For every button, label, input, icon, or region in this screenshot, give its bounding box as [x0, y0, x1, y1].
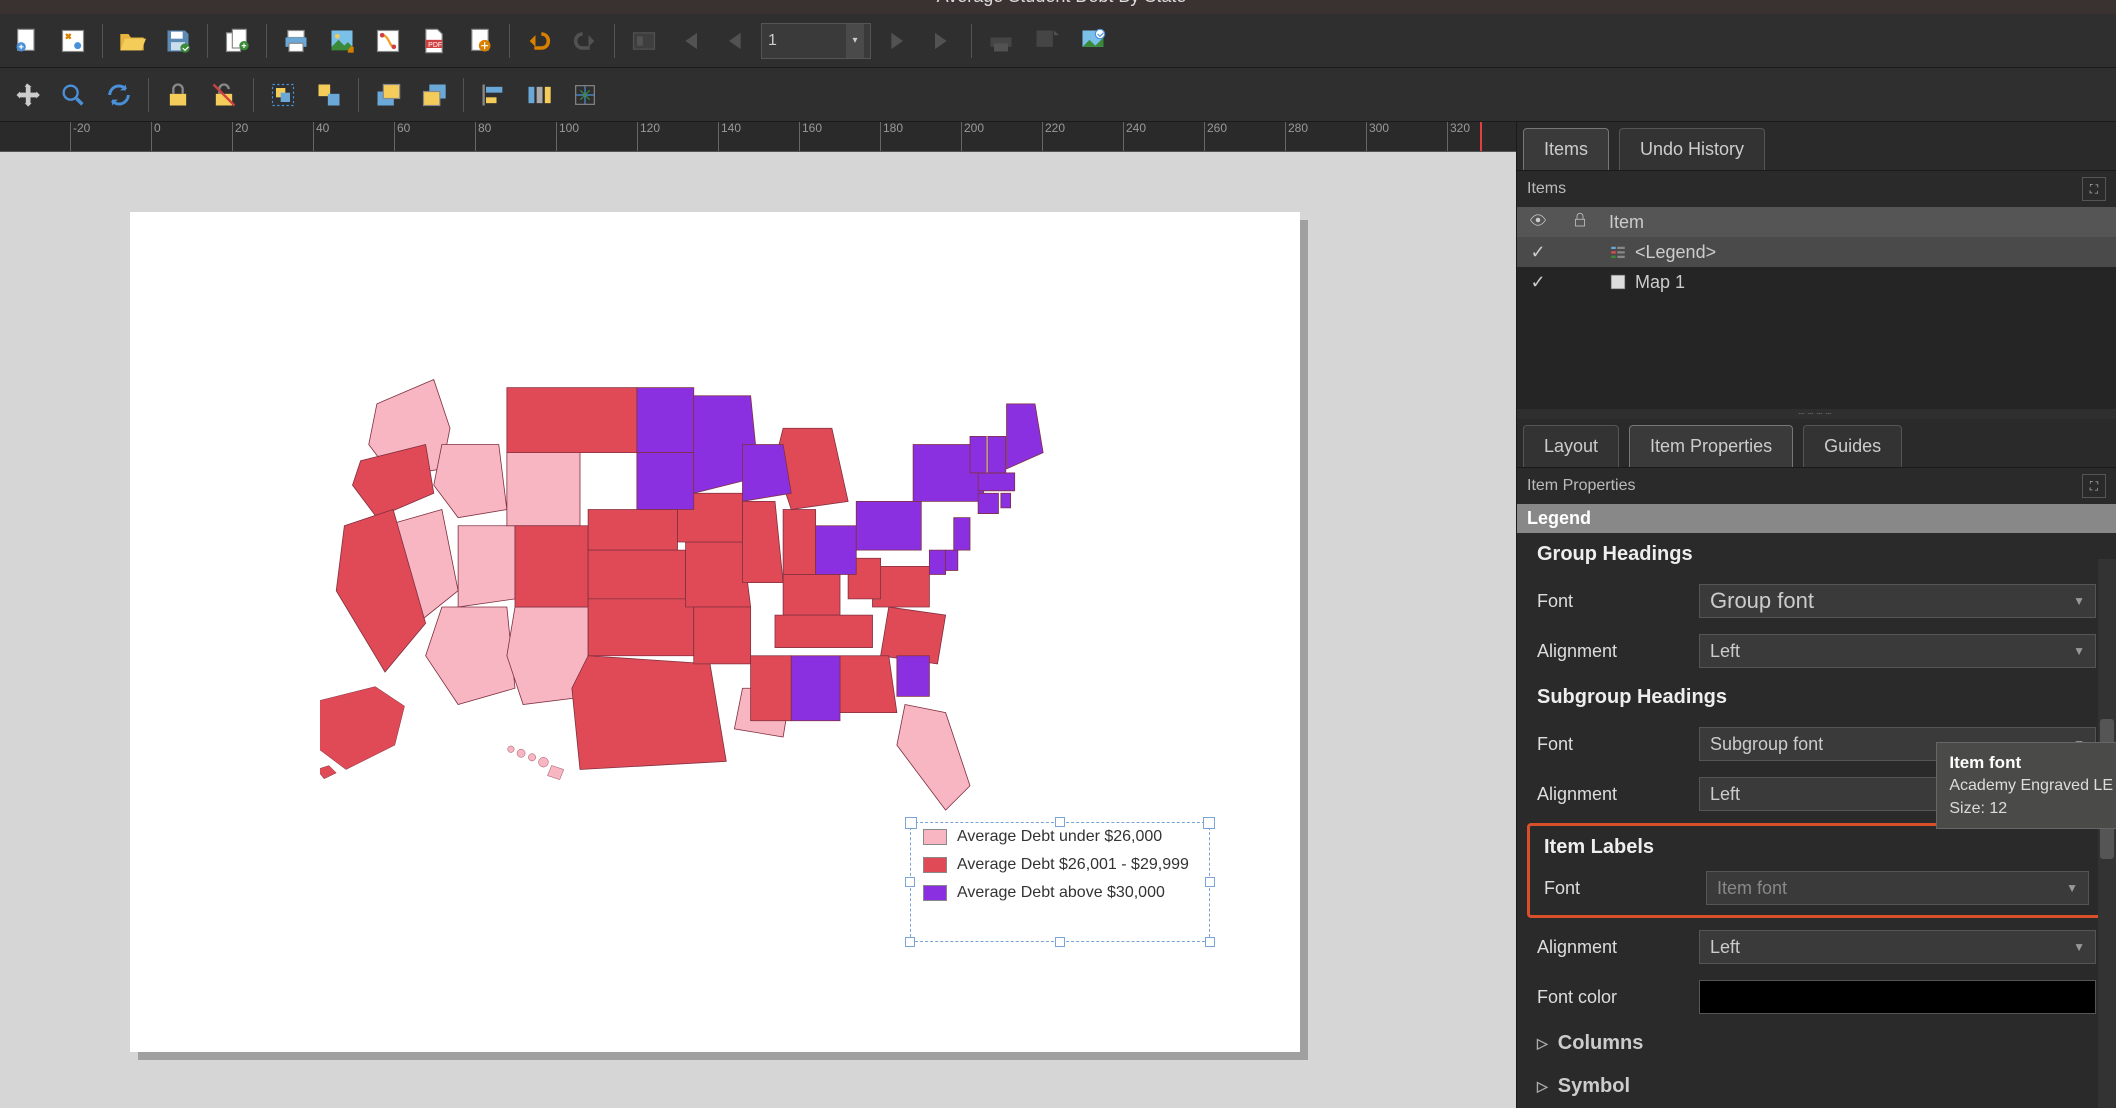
legend-section-header: Legend	[1517, 504, 2116, 533]
map-item[interactable]	[320, 342, 1100, 872]
tab-layout[interactable]: Layout	[1523, 425, 1619, 467]
tab-items[interactable]: Items	[1523, 128, 1609, 170]
layout-page[interactable]: Average Debt under $26,000 Average Debt $…	[130, 212, 1300, 1052]
page-setup-button[interactable]	[459, 20, 501, 62]
nav-first-button[interactable]	[669, 20, 711, 62]
ungroup-button[interactable]	[308, 74, 350, 116]
panel-grip[interactable]: ┄┄┄┄	[1517, 409, 2116, 419]
props-scrollbar[interactable]	[2098, 559, 2116, 1108]
atlas-export-button[interactable]	[1026, 20, 1068, 62]
legend-label: Average Debt $26,001 - $29,999	[957, 856, 1189, 874]
legend-label: Average Debt above $30,000	[957, 884, 1165, 902]
save-project-button[interactable]	[52, 20, 94, 62]
map-icon	[1609, 273, 1627, 291]
alignment-label: Alignment	[1537, 641, 1687, 662]
item-labels-highlight: Item Labels Font Item font▼	[1527, 823, 2106, 918]
columns-section[interactable]: ▷Columns	[1517, 1022, 2116, 1065]
lower-button[interactable]	[413, 74, 455, 116]
group-button[interactable]	[262, 74, 304, 116]
itemprops-panel-label: Item Properties⛶	[1517, 468, 2116, 504]
canvas-area[interactable]: -200204060801001201401601802002202402602…	[0, 122, 1516, 1108]
legend-swatch	[923, 857, 947, 873]
legend-label: Average Debt under $26,000	[957, 828, 1162, 846]
nav-prev-button[interactable]	[715, 20, 757, 62]
group-headings-header: Group Headings	[1517, 533, 2116, 576]
item-name: Map 1	[1635, 272, 1685, 293]
font-label: Font	[1537, 591, 1687, 612]
symbol-section[interactable]: ▷Symbol	[1517, 1065, 2116, 1108]
tab-undo-history[interactable]: Undo History	[1619, 128, 1765, 170]
item-name: <Legend>	[1635, 242, 1716, 263]
item-labels-header: Item Labels	[1534, 830, 2099, 865]
export-pdf-button[interactable]: PDF	[413, 20, 455, 62]
ruler-horizontal: -200204060801001201401601802002202402602…	[0, 122, 1516, 152]
refresh-button[interactable]	[98, 74, 140, 116]
eye-icon	[1529, 211, 1547, 229]
export-image-button[interactable]	[321, 20, 363, 62]
expand-icon[interactable]: ⛶	[2082, 177, 2106, 201]
atlas-print-button[interactable]	[980, 20, 1022, 62]
redo-button[interactable]	[564, 20, 606, 62]
duplicate-button[interactable]	[216, 20, 258, 62]
svg-text:PDF: PDF	[428, 41, 442, 48]
distribute-button[interactable]	[518, 74, 560, 116]
print-button[interactable]	[275, 20, 317, 62]
item-font-dropdown[interactable]: Item font▼	[1706, 871, 2089, 905]
export-svg-button[interactable]	[367, 20, 409, 62]
legend-icon	[1609, 243, 1627, 261]
nav-next-button[interactable]	[875, 20, 917, 62]
font-label: Font	[1537, 734, 1687, 755]
tab-guides[interactable]: Guides	[1803, 425, 1902, 467]
legend-swatch	[923, 829, 947, 845]
legend-swatch	[923, 885, 947, 901]
items-panel-label: Items⛶	[1517, 171, 2116, 207]
save-button[interactable]	[157, 20, 199, 62]
raise-button[interactable]	[367, 74, 409, 116]
toolbar-view	[0, 68, 2116, 122]
item-font-tooltip: Item font Academy Engraved LE Size: 12	[1936, 742, 2116, 829]
lock-icon	[1571, 211, 1589, 229]
page-number-input[interactable]: 1▾	[761, 23, 871, 59]
items-tabrow: Items Undo History	[1517, 122, 2116, 171]
item-alignment-dropdown[interactable]: Left▼	[1699, 930, 2096, 964]
align-left-button[interactable]	[472, 74, 514, 116]
undo-button[interactable]	[518, 20, 560, 62]
pan-button[interactable]	[6, 74, 48, 116]
item-row[interactable]: ✓Map 1	[1517, 267, 2116, 297]
open-button[interactable]	[111, 20, 153, 62]
window-titlebar: *Average Student Debt By State	[0, 0, 2116, 14]
alignment-label: Alignment	[1537, 784, 1687, 805]
legend-entry: Average Debt under $26,000	[911, 823, 1209, 851]
legend-entry: Average Debt above $30,000	[911, 879, 1209, 907]
resize-button[interactable]	[564, 74, 606, 116]
expand-icon[interactable]: ⛶	[2082, 474, 2106, 498]
unlock-button[interactable]	[203, 74, 245, 116]
group-alignment-dropdown[interactable]: Left▼	[1699, 634, 2096, 668]
atlas-settings-button[interactable]	[1072, 20, 1114, 62]
subgroup-headings-header: Subgroup Headings	[1517, 676, 2116, 719]
props-tabrow: Layout Item Properties Guides	[1517, 419, 2116, 468]
zoom-button[interactable]	[52, 74, 94, 116]
group-font-dropdown[interactable]: Group font▼	[1699, 584, 2096, 618]
toolbar-main: PDF 1▾	[0, 14, 2116, 68]
atlas-button[interactable]	[623, 20, 665, 62]
items-header: Item	[1517, 207, 2116, 237]
tab-item-properties[interactable]: Item Properties	[1629, 425, 1793, 467]
legend-entry: Average Debt $26,001 - $29,999	[911, 851, 1209, 879]
legend-item[interactable]: Average Debt under $26,000 Average Debt $…	[910, 822, 1210, 942]
item-row[interactable]: ✓<Legend>	[1517, 237, 2116, 267]
items-list[interactable]: ✓<Legend>✓Map 1	[1517, 237, 2116, 409]
font-color-label: Font color	[1537, 987, 1687, 1008]
lock-button[interactable]	[157, 74, 199, 116]
alignment-label: Alignment	[1537, 937, 1687, 958]
new-layout-button[interactable]	[6, 20, 48, 62]
font-label: Font	[1544, 878, 1694, 899]
font-color-picker[interactable]	[1699, 980, 2096, 1014]
nav-last-button[interactable]	[921, 20, 963, 62]
right-panel: Items Undo History Items⛶ Item ✓<Legend>…	[1516, 122, 2116, 1108]
